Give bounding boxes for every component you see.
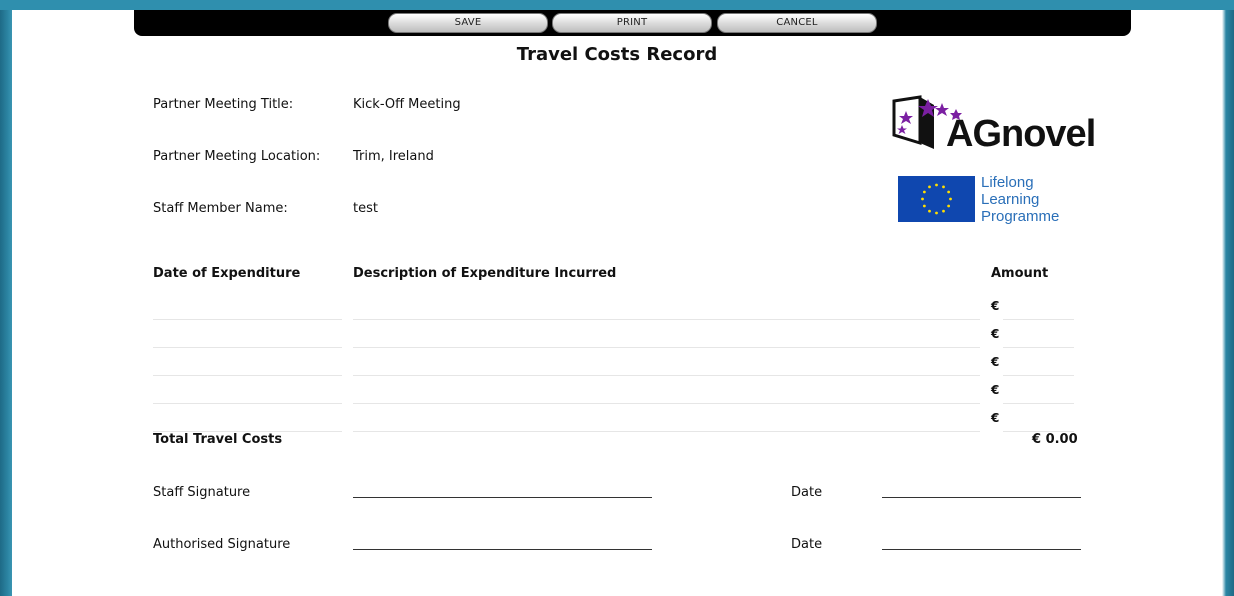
window-top-border [0,0,1234,10]
amount-input-line[interactable] [1003,403,1074,404]
lll-line-2: Learning [981,191,1040,208]
save-button[interactable]: SAVE [388,13,548,33]
date-input-line[interactable] [153,319,342,320]
date-input-line[interactable] [153,375,342,376]
amount-input-line[interactable] [1003,375,1074,376]
date-input-line[interactable] [153,403,342,404]
staff-signature-label: Staff Signature [153,485,251,500]
lll-line-3: Programme [981,208,1060,225]
currency-symbol: € [991,299,1000,313]
staff-name-label: Staff Member Name: [153,201,288,216]
toolbar: SAVE PRINT CANCEL [134,10,1131,36]
meeting-location-label: Partner Meeting Location: [153,149,321,164]
currency-symbol: € [991,355,1000,369]
eu-flag-icon [898,176,975,222]
currency-symbol: € [991,411,1000,425]
authorised-date-label: Date [791,537,823,552]
meeting-location-value[interactable]: Trim, Ireland [353,149,434,164]
staff-signature-line[interactable] [353,497,652,498]
description-input-line[interactable] [353,403,980,404]
authorised-date-line[interactable] [882,549,1081,550]
description-input-line[interactable] [353,375,980,376]
total-value: € 0.00 [1032,432,1078,447]
total-label: Total Travel Costs [153,432,283,447]
page-title: Travel Costs Record [516,44,718,65]
column-header-description: Description of Expenditure Incurred [353,266,617,281]
agnovel-logo: AGnovel [890,95,1096,160]
lll-line-1: Lifelong [981,174,1034,191]
staff-name-value[interactable]: test [353,201,378,216]
staff-date-label: Date [791,485,823,500]
lifelong-learning-text: Lifelong Learning Programme [981,174,1059,225]
cancel-button[interactable]: CANCEL [717,13,877,33]
authorised-signature-label: Authorised Signature [153,537,291,552]
meeting-title-value[interactable]: Kick-Off Meeting [353,97,461,112]
description-input-line[interactable] [353,319,980,320]
amount-input-line[interactable] [1003,347,1074,348]
column-header-date: Date of Expenditure [153,266,301,281]
staff-date-line[interactable] [882,497,1081,498]
agnovel-logo-text: AGnovel [946,113,1096,155]
authorised-signature-line[interactable] [353,549,652,550]
description-input-line[interactable] [353,347,980,348]
lifelong-learning-logo: Lifelong Learning Programme [898,174,1078,226]
print-button[interactable]: PRINT [552,13,712,33]
column-header-amount: Amount [991,266,1049,281]
amount-input-line[interactable] [1003,319,1074,320]
currency-symbol: € [991,383,1000,397]
description-input-line[interactable] [353,431,980,432]
date-input-line[interactable] [153,347,342,348]
meeting-title-label: Partner Meeting Title: [153,97,294,112]
currency-symbol: € [991,327,1000,341]
